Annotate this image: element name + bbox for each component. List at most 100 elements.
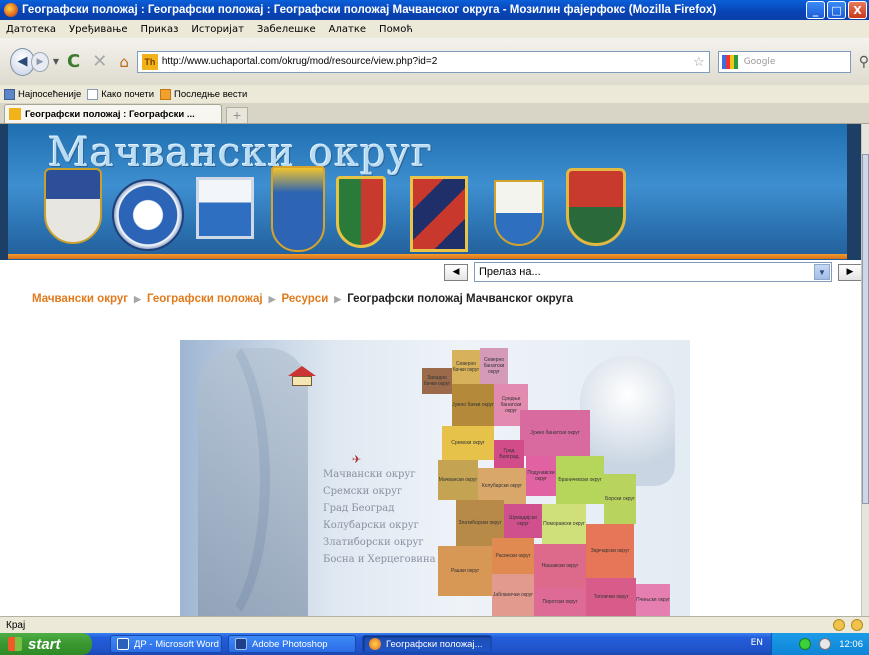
statue-image (198, 348, 308, 616)
back-arrow-icon: ◀ (17, 54, 28, 69)
map-region[interactable]: Нишавски округ (534, 544, 586, 588)
bookmark-most-visited[interactable]: Најпосећеније (4, 88, 82, 100)
next-resource-button[interactable]: ▶ (838, 263, 861, 281)
coat-of-arms-6[interactable] (410, 176, 468, 252)
map-region[interactable]: Подунавски округ (526, 456, 556, 496)
maximize-button[interactable]: □ (827, 1, 846, 19)
chevron-down-icon[interactable]: ▼ (814, 264, 830, 280)
vertical-scrollbar[interactable] (861, 124, 869, 616)
map-region[interactable]: Јабланички округ (492, 574, 534, 616)
map-link-bosnia[interactable]: Босна и Херцеговина (323, 551, 436, 568)
start-button[interactable]: start (0, 633, 92, 655)
word-icon (117, 638, 129, 650)
network-icon[interactable] (799, 638, 812, 650)
map-link-macva[interactable]: Мачвански округ (323, 466, 436, 483)
taskbar-item-photoshop[interactable]: Adobe Photoshop (228, 635, 356, 653)
map-links-list: Мачвански округ Сремски округ Град Беогр… (323, 466, 436, 568)
tab-favicon-icon (9, 108, 21, 120)
puzzle-icon[interactable] (851, 619, 863, 631)
map-region[interactable]: Јужно бачки округ (452, 384, 494, 426)
left-arrow-icon: ◀ (452, 267, 460, 277)
bookmark-star-icon[interactable]: ☆ (693, 54, 705, 70)
map-region[interactable]: Поморавски округ (542, 504, 586, 544)
menu-bookmarks[interactable]: Забелешке (257, 24, 316, 35)
map-link-belgrade[interactable]: Град Београд (323, 500, 436, 517)
map-link-srem[interactable]: Сремски округ (323, 483, 436, 500)
home-house-icon[interactable] (288, 366, 316, 386)
coat-of-arms-2[interactable] (112, 179, 184, 251)
banner-title: Мачвански округ (48, 130, 434, 176)
history-dropdown-icon[interactable]: ▼ (53, 57, 59, 66)
menu-edit[interactable]: Уређивање (69, 24, 128, 35)
google-engine-icon[interactable] (721, 54, 738, 69)
firefox-icon (369, 638, 381, 650)
map-region[interactable]: Сремски округ (442, 426, 494, 460)
map-region[interactable]: Зајечарски округ (586, 524, 634, 578)
map-region[interactable]: Пчињски округ (636, 584, 670, 616)
menu-tools[interactable]: Алатке (329, 24, 366, 35)
map-region[interactable]: Борски округ (604, 474, 636, 524)
coat-of-arms-1[interactable] (44, 168, 102, 244)
tab-label: Географски положај : Географски ... (25, 108, 195, 120)
tab-active[interactable]: Географски положај : Географски ... (4, 104, 222, 123)
map-region[interactable]: Шумадијски округ (504, 504, 542, 538)
language-indicator[interactable]: EN (751, 638, 763, 648)
new-tab-button[interactable]: + (226, 107, 248, 123)
previous-resource-button[interactable]: ◀ (444, 263, 468, 281)
map-link-kolubara[interactable]: Колубарски округ (323, 517, 436, 534)
breadcrumb-link-resources[interactable]: Ресурси (282, 293, 329, 305)
bookmark-label: Најпосећеније (18, 88, 82, 100)
map-region[interactable]: Пиротски округ (534, 588, 586, 616)
taskbar-item-firefox[interactable]: Географски положај... (362, 635, 492, 653)
coat-of-arms-7[interactable] (494, 180, 544, 246)
breadcrumb-link-home[interactable]: Мачвански округ (32, 293, 128, 305)
map-region[interactable]: Град Београд (494, 440, 524, 468)
map-region[interactable]: Северно бачки округ (452, 350, 480, 384)
search-box[interactable]: Google (717, 50, 851, 73)
addon-icon[interactable] (833, 619, 845, 631)
photoshop-icon (235, 638, 247, 650)
web-content: Мачвански округ ◀ Прелаз на... ▼ ▶ Мачва… (0, 124, 861, 616)
status-icons (833, 619, 863, 631)
menu-help[interactable]: Помоћ (379, 24, 413, 35)
menu-view[interactable]: Приказ (141, 24, 179, 35)
home-icon[interactable]: ⌂ (119, 53, 129, 71)
bookmark-latest-news[interactable]: Последње вести (160, 88, 247, 100)
map-region[interactable]: Топлички округ (586, 578, 636, 616)
forward-button[interactable]: ▶ (30, 51, 49, 72)
clock: 12:06 (839, 638, 863, 650)
map-region[interactable]: Јужно банатски округ (520, 410, 590, 456)
coat-of-arms-3[interactable] (196, 177, 254, 239)
stop-icon[interactable]: ✕ (92, 51, 107, 72)
scrollbar-thumb[interactable] (862, 154, 869, 504)
eagle-icon: ✈ (352, 453, 362, 466)
map-region[interactable]: Колубарски округ (478, 468, 526, 504)
reload-icon[interactable]: C (67, 51, 80, 72)
site-favicon-icon: Th (141, 53, 158, 70)
coat-of-arms-8[interactable] (566, 168, 626, 246)
breadcrumb-link-section[interactable]: Географски положај (147, 293, 263, 305)
menu-file[interactable]: Датотека (6, 24, 56, 35)
tab-strip: Географски положај : Географски ... + (0, 103, 869, 124)
jump-to-select[interactable]: Прелаз на... ▼ (474, 262, 832, 282)
map-region[interactable]: Расински округ (492, 538, 534, 574)
menu-history[interactable]: Историјат (191, 24, 244, 35)
map-region[interactable]: Мачвански округ (438, 460, 478, 500)
coat-of-arms-4[interactable] (271, 166, 325, 252)
breadcrumb: Мачвански округ ▶ Географски положај ▶ Р… (32, 293, 573, 305)
bookmark-label: Како почети (101, 88, 155, 100)
map-region[interactable]: Западно бачки округ (422, 368, 452, 394)
minimize-button[interactable]: _ (806, 1, 825, 19)
map-region[interactable]: Браничевски округ (556, 456, 604, 504)
taskbar-item-word[interactable]: ДР - Microsoft Word (110, 635, 222, 653)
map-region[interactable]: Северно банатски округ (480, 348, 508, 384)
close-button[interactable]: X (848, 1, 867, 19)
map-region[interactable]: Рашки округ (438, 546, 492, 596)
volume-icon[interactable] (819, 638, 832, 650)
banner-right-edge (847, 124, 861, 260)
coat-of-arms-5[interactable] (336, 176, 386, 248)
address-bar[interactable]: Th http://www.uchaportal.com/okrug/mod/r… (136, 50, 710, 73)
bookmark-getting-started[interactable]: Како почети (87, 88, 155, 100)
search-icon[interactable]: ⚲ (859, 54, 869, 70)
map-link-zlatibor[interactable]: Златиборски округ (323, 534, 436, 551)
